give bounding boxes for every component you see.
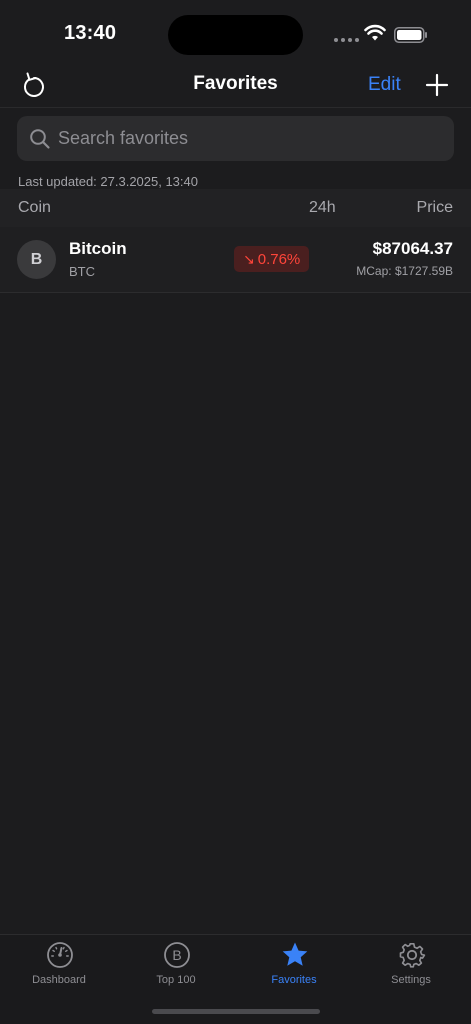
coin-market-cap: MCap: $1727.59B [356, 264, 453, 278]
table-row[interactable]: B Bitcoin BTC ↘ 0.76% $87064.37 MCap: $1… [0, 227, 471, 293]
change-value: 0.76% [257, 250, 301, 268]
bitcoin-icon: B [164, 942, 190, 968]
tab-label: Dashboard [32, 974, 86, 986]
wifi-icon [364, 24, 386, 41]
edit-button[interactable]: Edit [368, 74, 401, 96]
tab-label: Settings [391, 974, 431, 986]
column-header-coin: Coin [18, 199, 51, 216]
refresh-icon[interactable] [20, 70, 48, 100]
tab-settings[interactable]: Settings [352, 935, 470, 995]
svg-text:B: B [172, 947, 181, 963]
dynamic-island [168, 15, 303, 55]
arrow-down-right-icon: ↘ [243, 250, 255, 267]
navigation-bar: Favorites Edit [0, 64, 471, 108]
tab-label: Favorites [271, 974, 317, 986]
last-updated-text: Last updated: 27.3.2025, 13:40 [18, 174, 198, 189]
cellular-signal-icon [334, 38, 359, 42]
gear-icon [399, 943, 426, 968]
home-indicator [152, 1009, 320, 1014]
favorites-screen: 13:40 Favorites Edit Search favorites La… [0, 0, 471, 1024]
search-bar [17, 116, 454, 161]
battery-icon [394, 27, 427, 43]
tab-label: Top 100 [156, 974, 196, 986]
change-badge: ↘ 0.76% [234, 246, 310, 272]
coin-price: $87064.37 [372, 239, 453, 258]
coin-name: Bitcoin [69, 239, 127, 258]
column-header-price: Price [416, 199, 453, 216]
search-icon [30, 129, 50, 149]
gauge-icon [47, 942, 73, 968]
tab-top-100[interactable]: B Top 100 [117, 935, 235, 995]
plus-icon[interactable] [424, 72, 450, 98]
status-time: 13:40 [64, 22, 117, 44]
coin-symbol: BTC [69, 264, 95, 279]
coin-avatar: B [17, 240, 56, 279]
tab-favorites[interactable]: Favorites [235, 935, 353, 995]
search-input[interactable] [58, 116, 438, 161]
table-header: Coin 24h Price [0, 189, 471, 227]
column-header-24h: 24h [309, 199, 336, 216]
status-bar: 13:40 [0, 0, 471, 64]
tab-dashboard[interactable]: Dashboard [0, 935, 118, 995]
star-icon [282, 942, 308, 966]
